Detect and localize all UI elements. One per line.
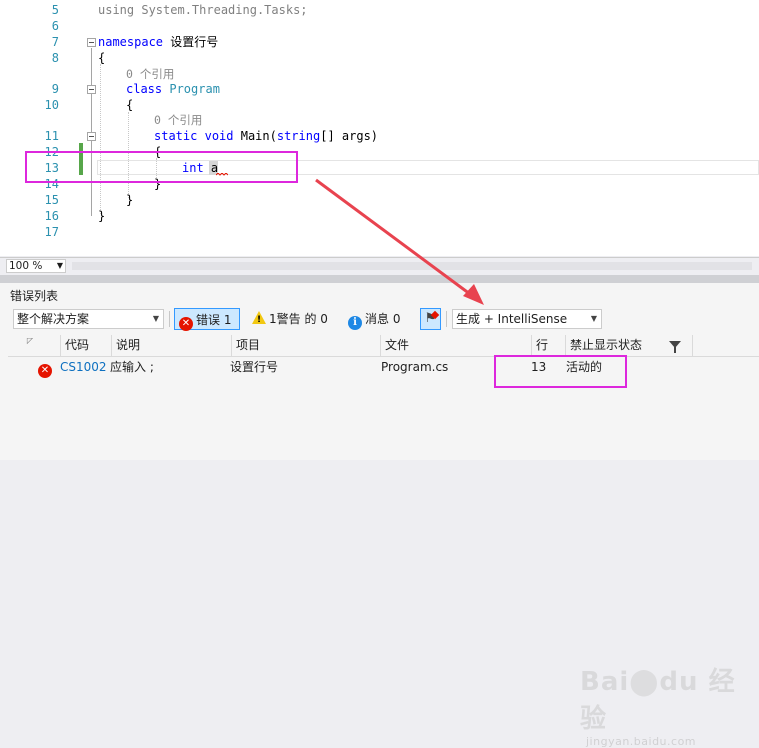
messages-label: 消息 0 — [365, 312, 401, 326]
error-icon: ✕ — [179, 317, 193, 331]
scope-dropdown[interactable]: 整个解决方案 ▼ — [13, 309, 164, 329]
code-line: 6 — [0, 18, 759, 34]
code-text: { — [126, 98, 134, 112]
panel-title: 错误列表 — [10, 289, 59, 303]
errors-filter-button[interactable]: ✕ 错误 1 — [174, 308, 240, 331]
line-number: 6 — [51, 19, 59, 33]
sort-column[interactable]: ◸ — [8, 335, 36, 356]
scope-value: 整个解决方案 — [17, 312, 90, 326]
warning-icon: ! — [252, 311, 266, 325]
zoom-dropdown[interactable]: 100 % ▼ — [6, 259, 66, 273]
column-file[interactable]: 文件 — [380, 335, 532, 356]
code-line: 11 static void Main(string[] args) — [0, 128, 759, 144]
table-row[interactable]: ✕ CS1002 应输入 ; 设置行号 Program.cs 13 活动的 — [8, 357, 759, 378]
reference-count[interactable]: 0 个引用 — [126, 66, 174, 82]
reference-lens[interactable]: 0 个引用 — [0, 112, 759, 128]
code-line: 16 } — [0, 208, 759, 224]
error-list-toolbar: 整个解决方案 ▼ ✕ 错误 1 ! 1警告 的 0 i 消息 0 ⚑ 生成 + Int… — [0, 305, 759, 333]
error-icon: ✕ — [38, 364, 52, 378]
column-line[interactable]: 行 — [531, 335, 567, 356]
zoom-value: 100 % — [9, 260, 43, 272]
chevron-down-icon: ▼ — [56, 261, 63, 270]
chevron-down-icon: ▼ — [152, 314, 159, 323]
keyword: class — [126, 82, 163, 96]
errors-label: 错误 1 — [196, 313, 232, 327]
warnings-label: 1警告 的 0 — [269, 312, 328, 326]
line-number: 10 — [44, 98, 59, 112]
code-line: 8 { — [0, 50, 759, 66]
code-line: 10 { — [0, 97, 759, 113]
code-line: 7 namespace 设置行号 — [0, 34, 759, 50]
reference-count[interactable]: 0 个引用 — [154, 112, 202, 128]
error-list-panel: 错误列表 整个解决方案 ▼ ✕ 错误 1 ! 1警告 的 0 i 消息 0 ⚑ 生成 … — [0, 283, 759, 748]
code-text: } — [126, 193, 134, 207]
chevron-down-icon: ▼ — [590, 314, 597, 323]
info-icon: i — [348, 316, 362, 330]
separator — [169, 311, 170, 327]
error-project: 设置行号 — [230, 360, 279, 374]
column-project[interactable]: 项目 — [231, 335, 381, 356]
code-editor[interactable]: 5 using System.Threading.Tasks; 6 7 name… — [0, 0, 759, 256]
column-description[interactable]: 说明 — [111, 335, 233, 356]
keyword: namespace — [98, 35, 164, 49]
code-line: 9 class Program — [0, 81, 759, 97]
params: [] args) — [320, 129, 379, 143]
source-dropdown[interactable]: 生成 + IntelliSense ▼ — [452, 309, 602, 329]
code-text: } — [98, 209, 106, 223]
line-number: 15 — [44, 193, 59, 207]
keyword: string — [276, 129, 321, 143]
sort-icon: ◸ — [26, 336, 33, 345]
keyword: static — [154, 129, 198, 143]
funnel-icon[interactable] — [669, 341, 681, 353]
code-line: 5 using System.Threading.Tasks; — [0, 2, 759, 18]
source-value: 生成 + IntelliSense — [456, 312, 568, 326]
panel-splitter[interactable] — [0, 275, 759, 283]
watermark-logo: Bai⬤du 经验 jingyan.baidu.com — [580, 667, 736, 748]
separator — [446, 311, 447, 327]
annotation-box-line-column — [494, 355, 627, 388]
collapse-icon[interactable] — [87, 132, 96, 141]
filter-icon[interactable]: ⚑ — [420, 308, 441, 330]
error-code[interactable]: CS1002 — [60, 357, 107, 377]
line-number: 8 — [51, 51, 59, 65]
collapse-icon[interactable] — [87, 38, 96, 47]
column-code[interactable]: 代码 — [60, 335, 112, 356]
reference-lens[interactable]: 0 个引用 — [0, 66, 759, 82]
messages-filter-button[interactable]: i 消息 0 — [344, 308, 412, 330]
line-number: 9 — [51, 82, 59, 96]
method-name: Main( — [240, 129, 277, 143]
error-description: 应输入 ; — [110, 360, 154, 374]
code-line: 15 } — [0, 192, 759, 208]
collapse-icon[interactable] — [87, 85, 96, 94]
code-text: { — [98, 51, 106, 65]
namespace-name: 设置行号 — [170, 35, 219, 49]
warnings-filter-button[interactable]: ! 1警告 的 0 — [248, 308, 338, 330]
line-number: 7 — [51, 35, 59, 49]
horizontal-scrollbar[interactable] — [72, 262, 752, 270]
annotation-box-line13 — [25, 151, 298, 183]
code-line: 17 — [0, 224, 759, 240]
line-number: 5 — [51, 3, 59, 17]
editor-status-bar: 100 % ▼ — [0, 257, 759, 275]
class-name: Program — [169, 82, 220, 96]
error-file: Program.cs — [381, 360, 449, 374]
line-number: 16 — [44, 209, 59, 223]
table-header: ◸ 代码 说明 项目 文件 行 禁止显示状态 — [8, 335, 759, 357]
code-text: using System.Threading.Tasks; — [98, 3, 308, 17]
line-number: 17 — [44, 225, 59, 239]
keyword: void — [204, 129, 234, 143]
column-extra — [692, 335, 759, 356]
line-number: 11 — [44, 129, 59, 143]
